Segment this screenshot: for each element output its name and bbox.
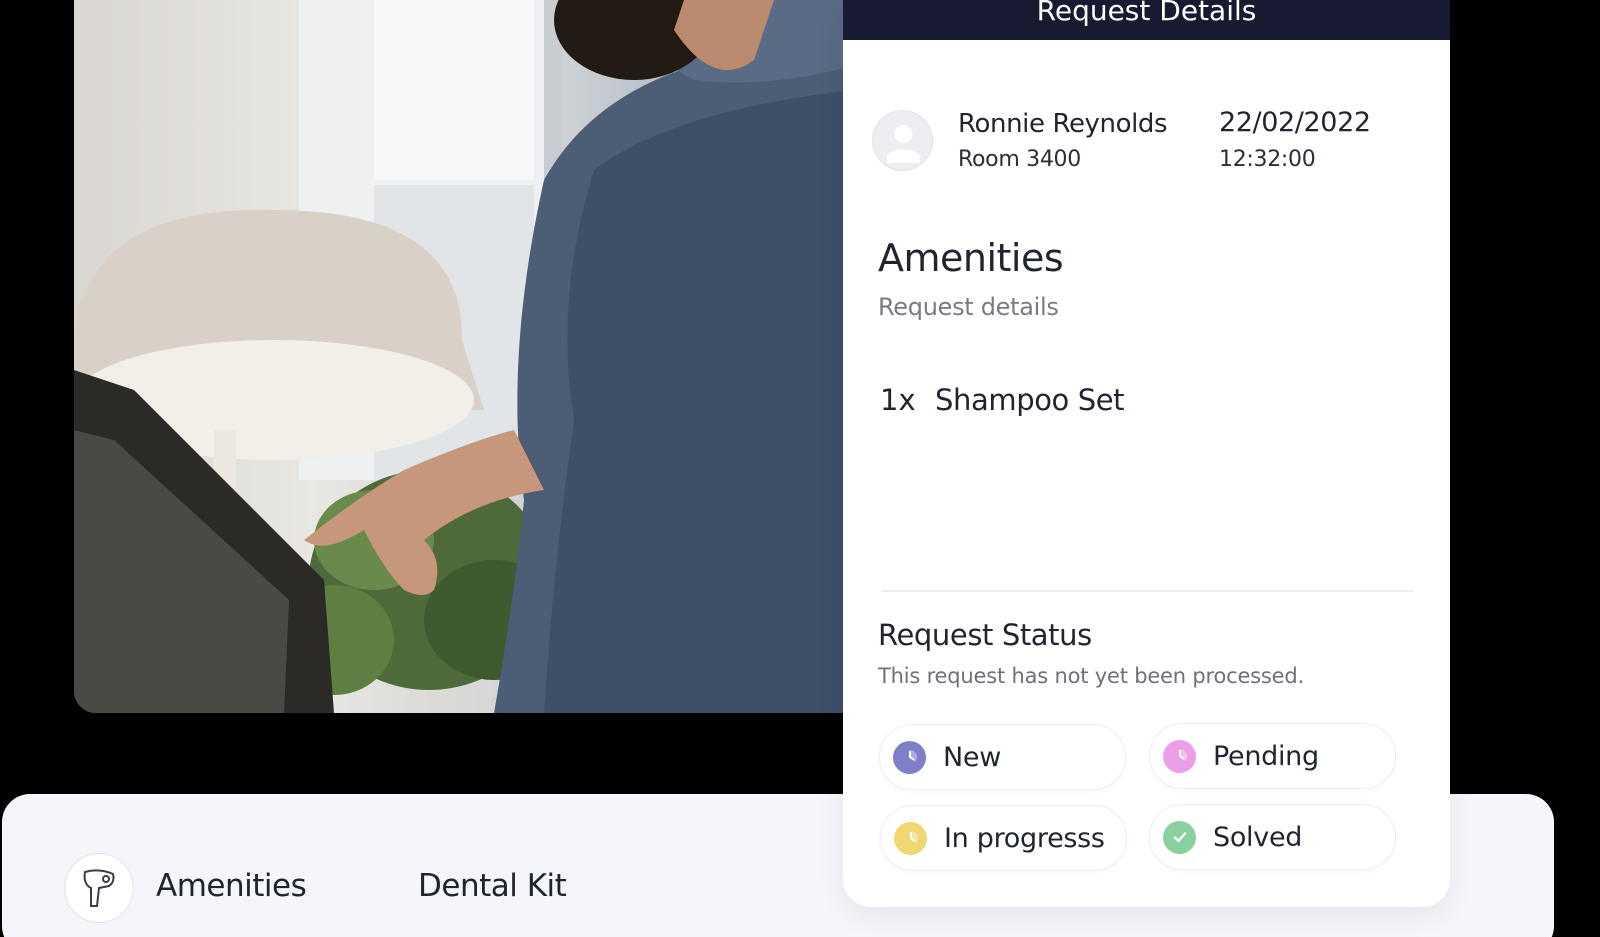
status-in-progress-label: In progresss [944, 822, 1105, 854]
divider [881, 590, 1414, 592]
status-new-label: New [943, 741, 1001, 773]
status-pending-label: Pending [1213, 740, 1319, 772]
clock-icon [893, 740, 926, 774]
request-date: 22/02/2022 [1219, 107, 1371, 138]
panel-header: Request Details [843, 0, 1450, 40]
request-details-panel: Request Details Ronnie Reynolds Room 340… [843, 0, 1450, 907]
staff-photo [74, 0, 874, 713]
status-pending-button[interactable]: Pending [1149, 723, 1396, 789]
photo-illustration [74, 0, 874, 713]
panel-title: Request Details [1036, 0, 1257, 27]
avatar [872, 110, 933, 171]
status-in-progress-button[interactable]: In progresss [880, 805, 1127, 871]
status-solved-label: Solved [1213, 821, 1303, 853]
item-quantity: 1x [880, 383, 916, 417]
hair-dryer-icon [64, 853, 134, 923]
item-name: Shampoo Set [935, 383, 1125, 417]
bottom-category-label: Amenities [156, 868, 307, 904]
category-title: Amenities [878, 236, 1064, 280]
clock-icon [894, 821, 927, 855]
guest-name: Ronnie Reynolds [958, 109, 1168, 139]
status-new-button[interactable]: New [879, 724, 1126, 790]
bottom-item-label[interactable]: Dental Kit [418, 868, 567, 904]
check-icon [1163, 820, 1196, 854]
request-time: 12:32:00 [1219, 147, 1316, 172]
status-solved-button[interactable]: Solved [1149, 804, 1396, 870]
category-subtitle: Request details [878, 293, 1059, 321]
user-icon [887, 125, 920, 163]
status-title: Request Status [878, 618, 1092, 652]
status-message: This request has not yet been processed. [878, 664, 1304, 688]
clock-icon [1163, 739, 1196, 773]
guest-room: Room 3400 [958, 147, 1081, 172]
